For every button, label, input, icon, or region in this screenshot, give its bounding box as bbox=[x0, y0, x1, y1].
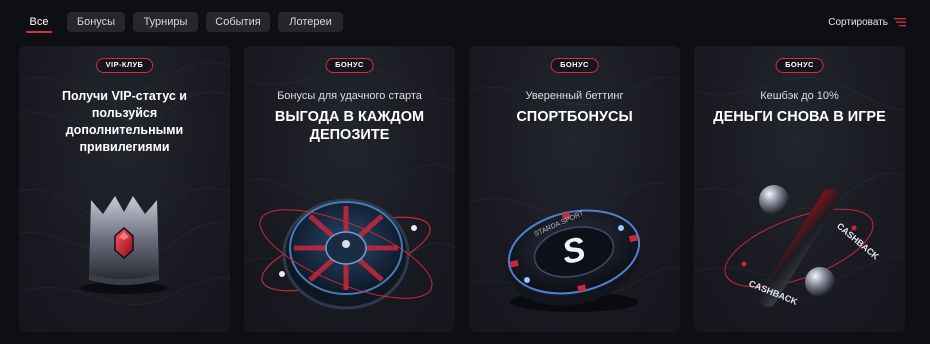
sort-lines-icon bbox=[894, 17, 906, 27]
card-subtitle: Кешбэк до 10% bbox=[760, 90, 839, 102]
promo-card-sport[interactable]: БОНУС Уверенный беттинг СПОРТБОНУСЫ S ST… bbox=[469, 46, 680, 332]
card-badge: VIP-КЛУБ bbox=[95, 58, 154, 73]
tab-lotteries[interactable]: Лотереи bbox=[278, 12, 343, 32]
sort-label: Сортировать bbox=[828, 16, 888, 28]
promo-card-vip[interactable]: VIP-КЛУБ Получи VIP-статус и пользуйся д… bbox=[19, 46, 230, 332]
ring-text: CASHBACK bbox=[835, 221, 881, 262]
cashback-icon: CASHBACK CASHBACK bbox=[724, 185, 881, 307]
card-badge: БОНУС bbox=[325, 58, 374, 73]
tab-all[interactable]: Все bbox=[26, 12, 52, 33]
card-badge: БОНУС bbox=[550, 58, 599, 73]
card-headline: ВЫГОДА В КАЖДОМ ДЕПОЗИТЕ bbox=[274, 109, 425, 143]
card-badge: БОНУС bbox=[775, 58, 824, 73]
promo-card-deposit[interactable]: БОНУС Бонусы для удачного старта ВЫГОДА … bbox=[244, 46, 455, 332]
card-headline: СПОРТБОНУСЫ bbox=[516, 109, 633, 125]
card-subtitle: Уверенный беттинг bbox=[525, 90, 624, 102]
card-text: Получи VIP-статус и пользуйся дополнител… bbox=[62, 89, 187, 154]
crown-icon bbox=[80, 196, 168, 294]
tab-bonuses[interactable]: Бонусы bbox=[67, 12, 125, 32]
tab-tournaments[interactable]: Турниры bbox=[133, 12, 198, 32]
card-headline: ДЕНЬГИ СНОВА В ИГРЕ bbox=[713, 109, 886, 125]
sport-chip-icon: S STARDA SPORT bbox=[507, 209, 641, 312]
sort-button[interactable]: Сортировать bbox=[828, 13, 906, 31]
promo-card-cashback[interactable]: БОНУС Кешбэк до 10% ДЕНЬГИ СНОВА В ИГРЕ … bbox=[694, 46, 905, 332]
filter-bar: Все Бонусы Турниры События Лотереи Сорти… bbox=[0, 0, 930, 44]
roulette-icon bbox=[259, 198, 433, 310]
tab-events[interactable]: События bbox=[206, 12, 270, 32]
card-subtitle: Бонусы для удачного старта bbox=[277, 90, 422, 102]
